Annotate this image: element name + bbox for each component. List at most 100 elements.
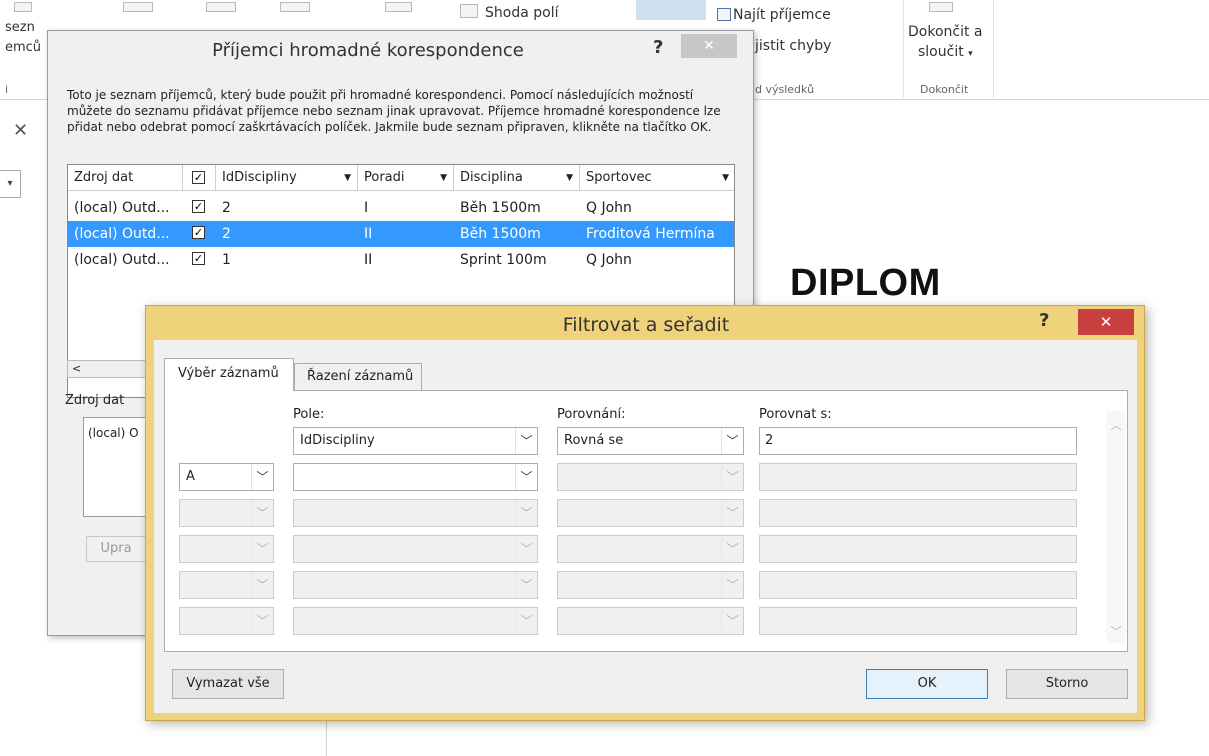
sort-arrow-icon[interactable]: ▼	[440, 165, 447, 191]
select-all-checkbox[interactable]: ✓	[192, 171, 205, 184]
chevron-down-icon: ▾	[968, 49, 973, 59]
table-row[interactable]: (local) Outd... ✓ 2 I Běh 1500m Q John	[68, 195, 734, 221]
recipients-icon[interactable]	[14, 2, 32, 12]
chevron-down-icon: ﹀	[251, 536, 273, 562]
edit-button[interactable]: Upra	[86, 536, 146, 562]
sort-arrow-icon[interactable]: ▼	[344, 165, 351, 191]
find-recipient-button[interactable]: Najít příjemce	[733, 7, 831, 23]
field-select: ﹀	[293, 535, 538, 563]
cell-sportovec: Froditová Hermína	[586, 226, 715, 242]
field-column-label: Pole:	[293, 407, 325, 422]
cell-disciplina: Běh 1500m	[460, 200, 541, 216]
match-fields-button[interactable]: Shoda polí	[485, 5, 558, 21]
conjunction-select: ﹀	[179, 607, 274, 635]
scroll-up-icon[interactable]: ︿	[1106, 417, 1126, 433]
column-header-disciplina[interactable]: Disciplina ▼	[454, 165, 580, 191]
ribbon-label: sezn	[5, 20, 35, 35]
column-header-poradi[interactable]: Poradi ▼	[358, 165, 454, 191]
close-button[interactable]: ✕	[681, 34, 737, 58]
finish-merge-label: sloučit	[918, 44, 964, 60]
check-errors-button[interactable]: jistit chyby	[755, 38, 831, 54]
ribbon-label: emců	[5, 40, 42, 55]
chevron-down-icon[interactable]: ﹀	[721, 428, 743, 454]
field-select[interactable]: IdDiscipliny ﹀	[293, 427, 538, 455]
column-header-sportovec[interactable]: Sportovec ▼	[580, 165, 734, 191]
column-header-source[interactable]: Zdroj dat	[68, 165, 183, 191]
cancel-button[interactable]: Storno	[1006, 669, 1128, 699]
source-list[interactable]: (local) O	[83, 417, 148, 517]
column-header-iddiscipliny[interactable]: IdDiscipliny ▼	[216, 165, 358, 191]
cell-id: 1	[222, 252, 231, 268]
filter-sort-dialog: Filtrovat a seřadit ? ✕ Výběr záznamů Řa…	[145, 305, 1145, 721]
ribbon-icon[interactable]	[385, 2, 412, 12]
field-select[interactable]: ﹀	[293, 463, 538, 491]
comparison-select[interactable]: Rovná se ﹀	[557, 427, 744, 455]
chevron-down-icon: ﹀	[515, 536, 537, 562]
cell-disciplina: Běh 1500m	[460, 226, 541, 242]
vertical-scrollbar[interactable]: ︿ ﹀	[1106, 411, 1126, 643]
clear-all-button[interactable]: Vymazat vše	[172, 669, 284, 699]
sort-arrow-icon[interactable]: ▼	[566, 165, 573, 191]
dialog-title: Příjemci hromadné korespondence	[212, 40, 524, 61]
comparison-select-value: Rovná se	[564, 433, 624, 448]
cell-poradi: II	[364, 252, 373, 268]
chevron-down-icon[interactable]: ▾	[0, 170, 21, 198]
ok-button[interactable]: OK	[866, 669, 988, 699]
row-checkbox[interactable]: ✓	[192, 252, 205, 265]
column-header-label: Zdroj dat	[74, 170, 134, 185]
column-header-label: Sportovec	[586, 170, 652, 185]
chevron-down-icon[interactable]: ﹀	[515, 464, 537, 490]
row-checkbox[interactable]: ✓	[192, 200, 205, 213]
chevron-down-icon: ﹀	[721, 536, 743, 562]
compare-to-input	[759, 571, 1077, 599]
close-button[interactable]: ✕	[1078, 309, 1134, 335]
table-row[interactable]: (local) Outd... ✓ 1 II Sprint 100m Q Joh…	[68, 247, 734, 273]
cell-sportovec: Q John	[586, 200, 632, 216]
chevron-down-icon: ﹀	[515, 500, 537, 526]
cell-poradi: I	[364, 200, 369, 216]
help-icon[interactable]: ?	[653, 37, 663, 58]
cell-id: 2	[222, 200, 231, 216]
row-checkbox[interactable]: ✓	[192, 226, 205, 239]
scroll-down-icon[interactable]: ﹀	[1106, 623, 1126, 639]
preview-results-icon[interactable]	[636, 0, 706, 20]
comparison-select: ﹀	[557, 571, 744, 599]
dialog-description: Toto je seznam příjemců, který bude použ…	[67, 88, 721, 134]
ribbon-icon[interactable]	[123, 2, 153, 12]
ribbon-group-label: d výsledků	[755, 83, 815, 96]
source-label: Zdroj dat	[65, 393, 125, 408]
tab-sort-records[interactable]: Řazení záznamů	[294, 363, 422, 391]
help-icon[interactable]: ?	[1039, 310, 1049, 331]
finish-merge-icon[interactable]	[929, 2, 953, 12]
cell-source: (local) Outd...	[74, 252, 170, 268]
compare-to-input[interactable]: 2	[759, 427, 1077, 455]
sort-arrow-icon[interactable]: ▼	[722, 165, 729, 191]
chevron-down-icon: ﹀	[721, 500, 743, 526]
compare-to-column-label: Porovnat s:	[759, 407, 832, 422]
finish-merge-button[interactable]: Dokončit a	[908, 24, 983, 40]
tab-filter-records[interactable]: Výběr záznamů	[164, 358, 294, 391]
compare-to-input	[759, 607, 1077, 635]
ribbon-group-label: Dokončit	[920, 83, 969, 96]
column-header-label: IdDiscipliny	[222, 170, 297, 185]
ribbon-icon[interactable]	[206, 2, 236, 12]
column-header-label: Poradi	[364, 170, 405, 185]
column-header-check[interactable]: ✓	[183, 165, 216, 191]
close-icon[interactable]: ✕	[13, 120, 28, 141]
chevron-down-icon: ﹀	[515, 608, 537, 634]
comparison-column-label: Porovnání:	[557, 407, 626, 422]
chevron-down-icon[interactable]: ﹀	[251, 464, 273, 490]
conjunction-select[interactable]: A ﹀	[179, 463, 274, 491]
chevron-down-icon[interactable]: ﹀	[515, 428, 537, 454]
scroll-left-arrow-icon[interactable]: <	[67, 360, 147, 378]
compare-to-input	[759, 535, 1077, 563]
table-row[interactable]: (local) Outd... ✓ 2 II Běh 1500m Frodito…	[68, 221, 734, 247]
source-list-item[interactable]: (local) O	[88, 426, 139, 440]
cell-poradi: II	[364, 226, 373, 242]
comparison-select: ﹀	[557, 535, 744, 563]
conjunction-select-value: A	[186, 469, 195, 484]
cell-source: (local) Outd...	[74, 200, 170, 216]
conjunction-select: ﹀	[179, 535, 274, 563]
ribbon-group-label: i	[5, 83, 9, 96]
ribbon-icon[interactable]	[280, 2, 310, 12]
